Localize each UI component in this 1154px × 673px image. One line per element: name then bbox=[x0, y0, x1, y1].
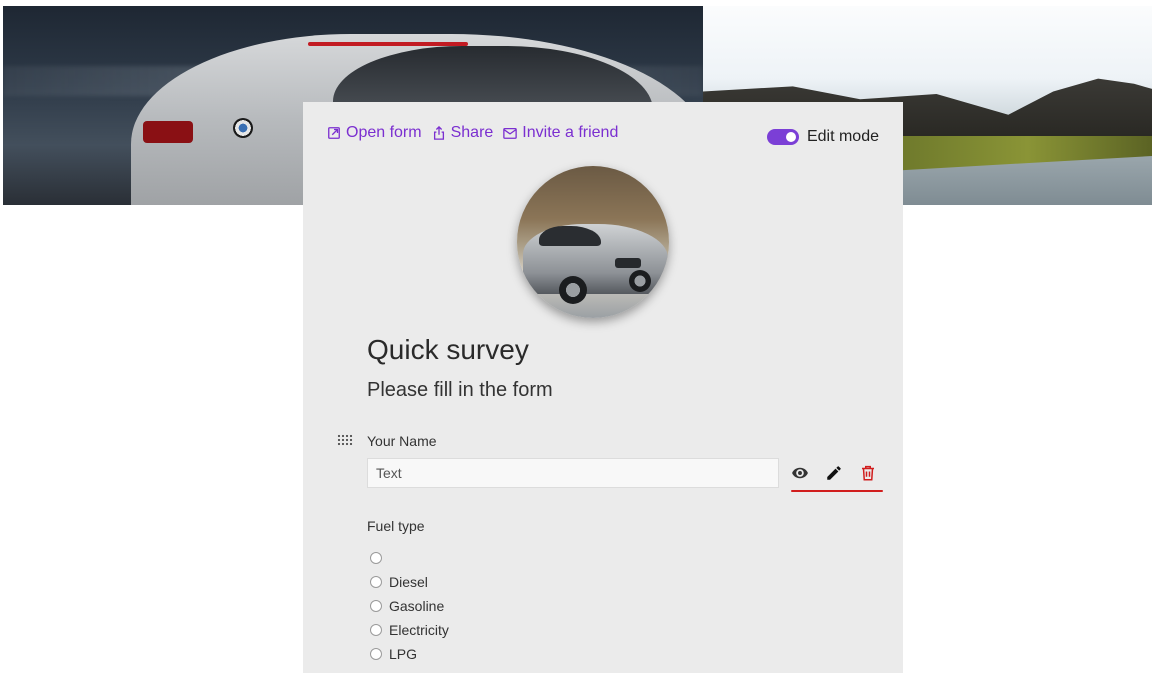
open-form-link[interactable]: Open form bbox=[327, 124, 422, 142]
invite-friend-link[interactable]: Invite a friend bbox=[503, 124, 618, 142]
question-actions bbox=[789, 462, 883, 492]
form-description[interactable]: Please fill in the form bbox=[367, 379, 553, 402]
radio-label: Electricity bbox=[389, 622, 449, 638]
fuel-type-radio-group: Diesel Gasoline Electricity LPG bbox=[370, 546, 449, 666]
radio-label: Diesel bbox=[389, 574, 428, 590]
radio-button[interactable] bbox=[370, 648, 382, 660]
share-link[interactable]: Share bbox=[432, 124, 494, 142]
radio-label: Gasoline bbox=[389, 598, 445, 614]
external-link-icon bbox=[328, 127, 340, 139]
form-logo-image bbox=[517, 166, 669, 318]
drag-handle-icon[interactable] bbox=[337, 434, 353, 446]
eye-icon bbox=[792, 467, 808, 479]
trash-icon bbox=[862, 465, 874, 481]
radio-button[interactable] bbox=[370, 576, 382, 588]
form-card: Open form Share Invite a friend Edit mod… bbox=[303, 102, 903, 673]
fuel-option-lpg[interactable]: LPG bbox=[370, 642, 449, 666]
radio-button[interactable] bbox=[370, 552, 382, 564]
radio-button[interactable] bbox=[370, 624, 382, 636]
radio-label: LPG bbox=[389, 646, 418, 662]
radio-button[interactable] bbox=[370, 600, 382, 612]
question-title-your-name[interactable]: Your Name bbox=[367, 433, 437, 449]
fuel-option-gasoline[interactable]: Gasoline bbox=[370, 594, 449, 618]
fuel-option-diesel[interactable]: Diesel bbox=[370, 570, 449, 594]
pencil-icon bbox=[827, 466, 841, 480]
fuel-option-empty[interactable] bbox=[370, 546, 449, 570]
edit-mode-switch: Edit mode bbox=[766, 128, 879, 146]
active-actions-underline bbox=[791, 490, 883, 492]
your-name-input[interactable] bbox=[367, 458, 779, 488]
preview-button[interactable] bbox=[789, 462, 811, 484]
edit-mode-toggle[interactable] bbox=[766, 129, 799, 145]
share-label: Share bbox=[450, 124, 494, 141]
share-icon bbox=[433, 126, 444, 140]
mail-icon bbox=[503, 127, 518, 139]
form-actions-bar: Open form Share Invite a friend bbox=[327, 124, 618, 142]
edit-mode-label: Edit mode bbox=[806, 128, 879, 145]
edit-question-button[interactable] bbox=[823, 462, 845, 484]
fuel-option-electricity[interactable]: Electricity bbox=[370, 618, 449, 642]
open-form-label: Open form bbox=[346, 124, 422, 141]
invite-friend-label: Invite a friend bbox=[522, 124, 619, 141]
question-title-fuel-type[interactable]: Fuel type bbox=[367, 518, 425, 534]
delete-question-button[interactable] bbox=[857, 462, 879, 484]
form-title[interactable]: Quick survey bbox=[367, 334, 529, 366]
